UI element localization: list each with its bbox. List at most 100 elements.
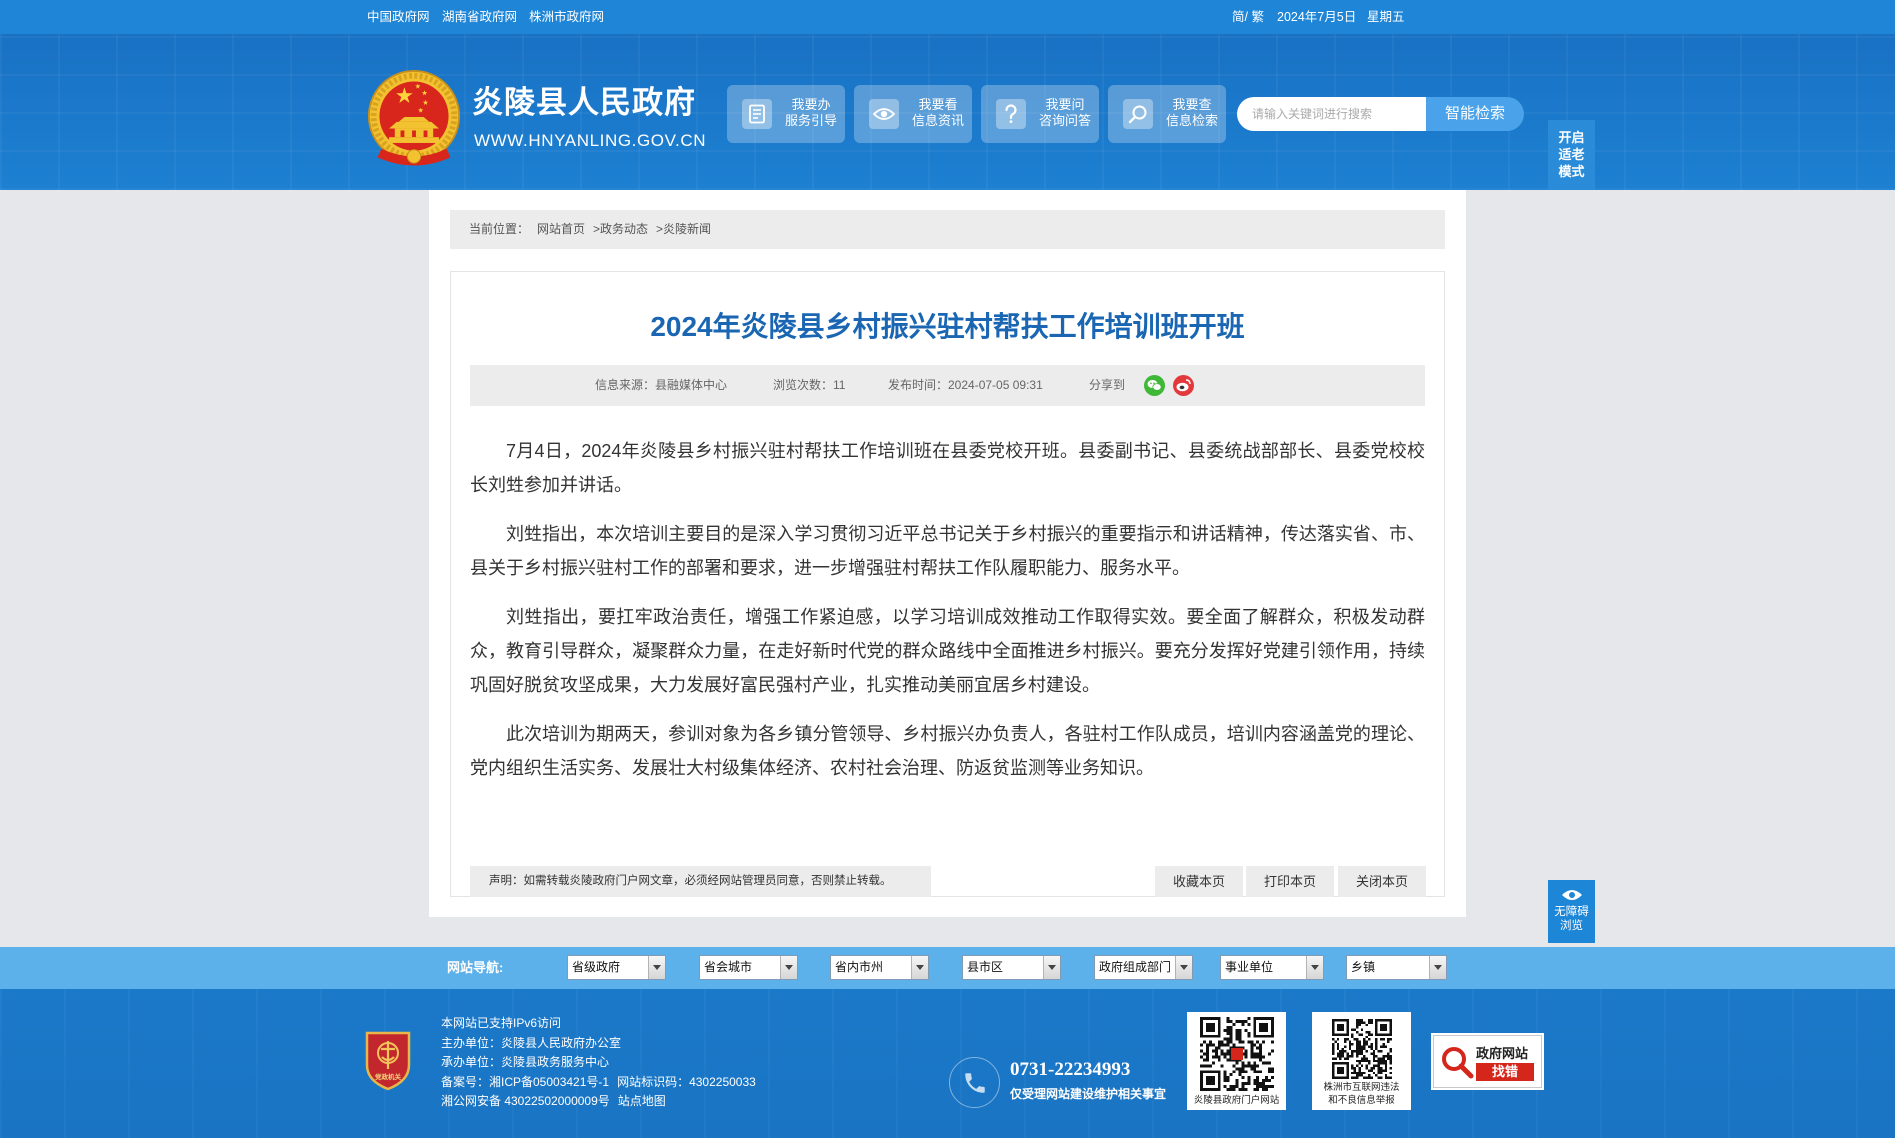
select-value: 县市区 — [967, 960, 1004, 974]
select-capital-cities[interactable]: 省会城市 — [699, 955, 798, 980]
select-towns[interactable]: 乡镇 — [1346, 955, 1447, 980]
quick-link-title: 我要问 — [1045, 97, 1085, 112]
quick-link-text: 我要查 信息检索 — [1162, 97, 1222, 129]
qr-caption: 炎陵县政府门户网站 — [1193, 1095, 1280, 1106]
quick-link-information[interactable]: 我要看 信息资讯 — [854, 85, 972, 143]
chevron-down-icon — [1429, 956, 1446, 979]
article-body: 7月4日，2024年炎陵县乡村振兴驻村帮扶工作培训班在县委党校开班。县委副书记、… — [470, 434, 1425, 800]
icp-record-link[interactable]: 备案号：湘ICP备05003421号-1 — [441, 1075, 609, 1089]
select-value: 事业单位 — [1225, 960, 1274, 974]
quick-link-text: 我要看 信息资讯 — [908, 97, 968, 129]
elder-mode-toggle[interactable]: 开启 适老 模式 — [1548, 120, 1595, 190]
eye-icon — [1561, 890, 1582, 900]
chevron-down-icon — [780, 956, 797, 979]
police-record-link[interactable]: 湘公网安备 43022502000009号 — [441, 1094, 610, 1108]
quick-link-title: 我要看 — [918, 97, 958, 112]
breadcrumb-yanling-news[interactable]: >炎陵新闻 — [656, 222, 711, 236]
record-line: 备案号：湘ICP备05003421号-1 网站标识码：4302250033 — [441, 1073, 756, 1093]
site-name[interactable]: 炎陵县人民政府 — [472, 83, 696, 123]
article-meta: 信息来源：县融媒体中心 浏览次数：11 发布时间：2024-07-05 09:3… — [470, 365, 1425, 406]
qr-caption: 和不良信息举报 — [1328, 1095, 1395, 1106]
language-toggle[interactable]: 简/ 繁 — [1232, 10, 1264, 25]
select-provincial-gov[interactable]: 省级政府 — [567, 955, 666, 980]
qr-code-portal: 炎陵县政府门户网站 — [1187, 1012, 1286, 1110]
select-counties[interactable]: 县市区 — [962, 955, 1061, 980]
site-footer: 党政机关 本网站已支持IPv6访问 主办单位：炎陵县人民政府办公室 承办单位：炎… — [0, 989, 1895, 1138]
question-icon — [996, 99, 1026, 129]
elder-mode-label: 开启 — [1558, 130, 1585, 145]
bookmark-page-button[interactable]: 收藏本页 — [1155, 866, 1243, 897]
eye-icon — [869, 99, 899, 129]
top-bar: 中国政府网 湖南省政府网 株洲市政府网 简/ 繁 2024年7月5日 星期五 — [0, 0, 1895, 34]
chevron-down-icon — [1306, 956, 1323, 979]
qr-code-image — [1331, 1019, 1392, 1079]
chevron-down-icon — [911, 956, 928, 979]
quick-link-subtitle: 信息检索 — [1165, 113, 1218, 128]
search-icon — [1123, 99, 1153, 129]
accessibility-label: 无障碍 — [1554, 906, 1589, 918]
accessibility-browse-button[interactable]: 无障碍 浏览 — [1548, 880, 1595, 943]
national-emblem-icon[interactable] — [366, 68, 462, 168]
share-label: 分享到 — [1089, 378, 1126, 392]
quick-link-title: 我要办 — [791, 97, 831, 112]
close-page-button[interactable]: 关闭本页 — [1338, 866, 1426, 897]
error-report-title: 政府网站 — [1476, 1046, 1529, 1061]
site-url: WWW.HNYANLING.GOV.CN — [474, 131, 707, 150]
elder-mode-label: 适老 — [1558, 147, 1585, 162]
quick-link-subtitle: 服务引导 — [784, 113, 837, 128]
article-views: 浏览次数：11 — [773, 378, 846, 392]
quick-link-search[interactable]: 我要查 信息检索 — [1108, 85, 1226, 143]
link-zhuzhou-gov[interactable]: 株洲市政府网 — [529, 10, 604, 25]
article-title: 2024年炎陵县乡村振兴驻村帮扶工作培训班开班 — [650, 311, 1245, 342]
search-input[interactable] — [1237, 97, 1426, 131]
site-code-text: 网站标识码：4302250033 — [617, 1074, 756, 1089]
current-weekday: 星期五 — [1367, 10, 1405, 24]
party-gov-organ-logo[interactable]: 党政机关 — [363, 1029, 413, 1091]
qr-caption: 株洲市互联网违法 — [1323, 1082, 1400, 1093]
quick-link-subtitle: 信息资讯 — [911, 113, 964, 128]
site-header: 炎陵县人民政府 WWW.HNYANLING.GOV.CN 我要办 服务引导 我要… — [0, 34, 1895, 190]
breadcrumb: 当前位置： 网站首页 >政务动态 >炎陵新闻 — [450, 210, 1445, 249]
wechat-icon[interactable] — [1144, 375, 1165, 396]
breadcrumb-label: 当前位置： — [469, 222, 530, 236]
current-date: 2024年7月5日 — [1277, 10, 1357, 24]
police-line: 湘公网安备 43022502000009号 站点地图 — [441, 1092, 756, 1112]
select-value: 省会城市 — [704, 960, 753, 974]
select-gov-departments[interactable]: 政府组成部门 — [1094, 955, 1193, 980]
quick-link-title: 我要查 — [1172, 97, 1212, 112]
footer-info: 本网站已支持IPv6访问 主办单位：炎陵县人民政府办公室 承办单位：炎陵县政务服… — [441, 1014, 756, 1112]
select-province-cities[interactable]: 省内市州 — [830, 955, 929, 980]
organizer-text: 承办单位：炎陵县政务服务中心 — [441, 1055, 610, 1069]
site-navigation-bar: 网站导航: 省级政府 省会城市 省内市州 县市区 政府组成部门 事业单位 乡镇 — [0, 947, 1895, 989]
smart-search-button[interactable]: 智能检索 — [1426, 97, 1524, 131]
print-page-button[interactable]: 打印本页 — [1246, 866, 1334, 897]
article-paragraph: 7月4日，2024年炎陵县乡村振兴驻村帮扶工作培训班在县委党校开班。县委副书记、… — [470, 441, 1425, 495]
link-hunan-gov[interactable]: 湖南省政府网 — [442, 10, 517, 25]
chevron-down-icon — [1043, 956, 1060, 979]
article-paragraph: 刘甡指出，本次培训主要目的是深入学习贯彻习近平总书记关于乡村振兴的重要指示和讲话… — [470, 524, 1425, 578]
magnifier-icon — [1442, 1047, 1474, 1079]
qr-code-report: 株洲市互联网违法 和不良信息举报 — [1312, 1012, 1411, 1110]
phone-icon — [949, 1057, 1000, 1108]
weibo-icon[interactable] — [1173, 375, 1194, 396]
select-value: 省内市州 — [835, 960, 884, 974]
chevron-down-icon — [648, 956, 665, 979]
quick-link-service-guide[interactable]: 我要办 服务引导 — [727, 85, 845, 143]
article-publish-time: 发布时间：2024-07-05 09:31 — [888, 378, 1043, 392]
article-paragraph: 此次培训为期两天，参训对象为各乡镇分管领导、乡村振兴办负责人，各驻村工作队成员，… — [470, 724, 1425, 778]
quick-link-consult[interactable]: 我要问 咨询问答 — [981, 85, 1099, 143]
chevron-down-icon — [1175, 956, 1192, 979]
qr-modules — [1331, 1019, 1392, 1079]
sponsor-text: 主办单位：炎陵县人民政府办公室 — [441, 1035, 622, 1050]
select-public-institutions[interactable]: 事业单位 — [1220, 955, 1324, 980]
select-value: 省级政府 — [572, 960, 621, 974]
breadcrumb-home[interactable]: 网站首页 — [537, 222, 585, 236]
accessibility-label: 浏览 — [1560, 920, 1583, 932]
quick-link-subtitle: 咨询问答 — [1038, 113, 1091, 128]
gov-site-error-report[interactable]: 政府网站 找错 — [1433, 1035, 1542, 1088]
breadcrumb-gov-news[interactable]: >政务动态 — [593, 222, 648, 236]
sitemap-link[interactable]: 站点地图 — [618, 1094, 666, 1108]
site-nav-label: 网站导航: — [447, 960, 504, 975]
qr-center-logo — [1230, 1048, 1243, 1060]
link-china-gov[interactable]: 中国政府网 — [367, 10, 430, 25]
